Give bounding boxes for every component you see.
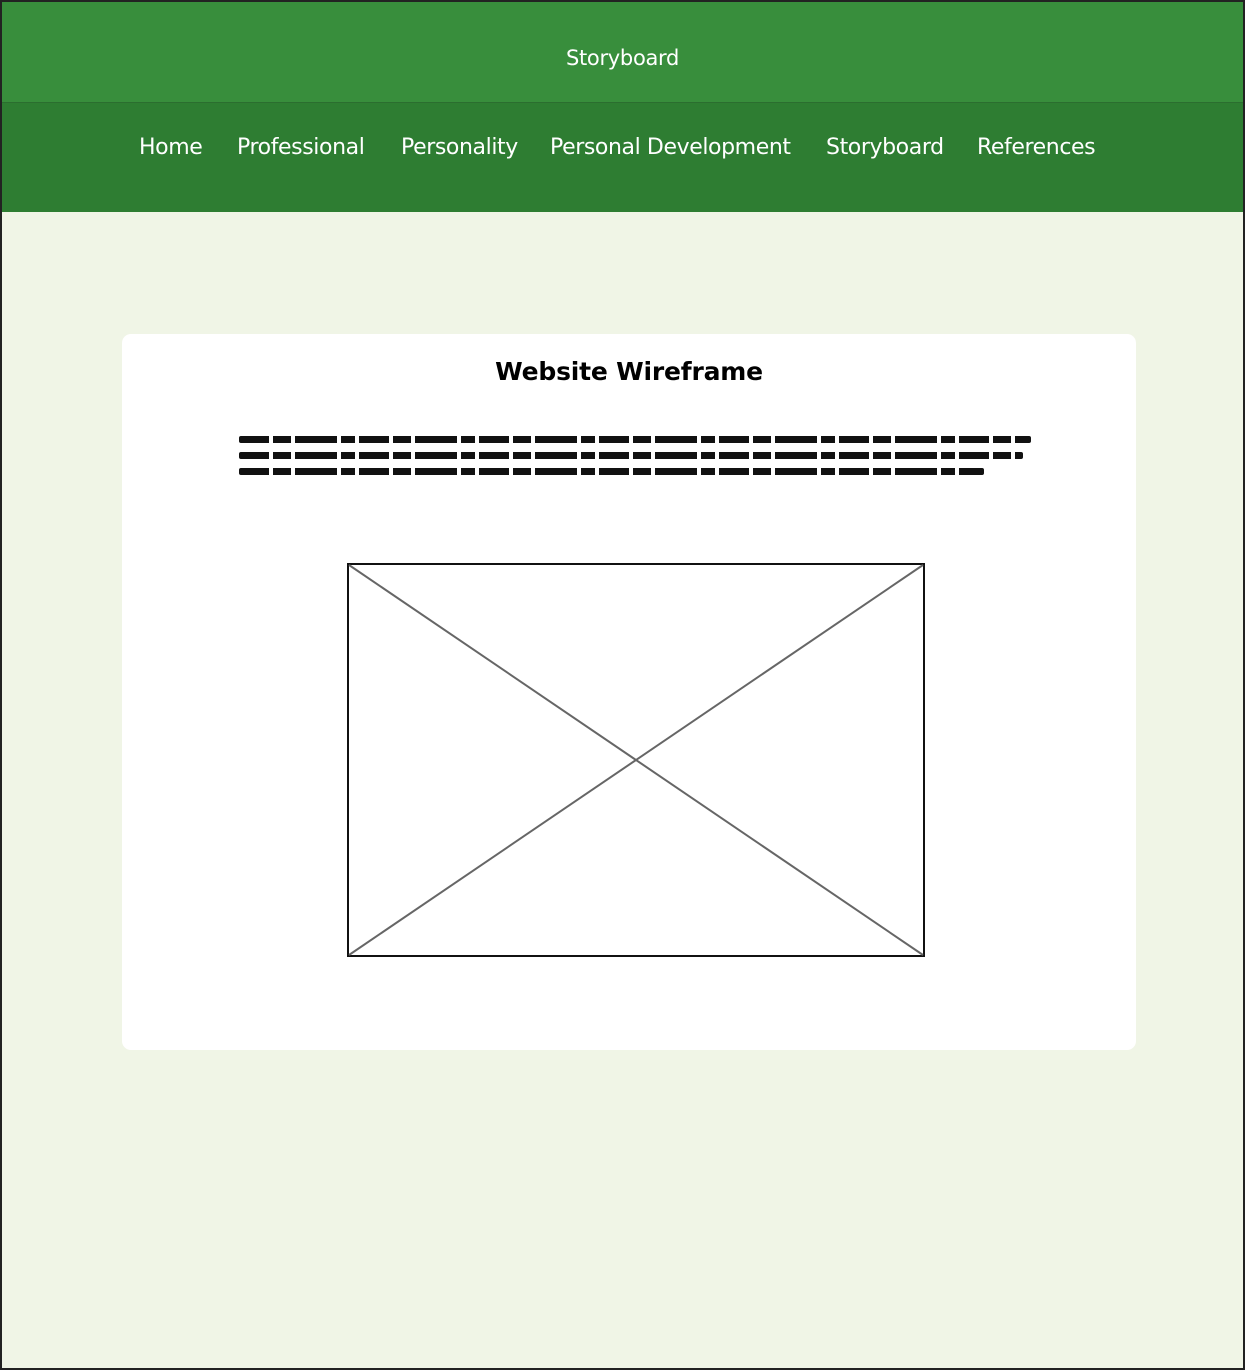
content-card: Website Wireframe [122,334,1136,1050]
nav-item-professional[interactable]: Professional [237,135,365,160]
nav-item-personality[interactable]: Personality [401,135,518,160]
page-title: Storyboard [565,46,680,70]
title-bar: Storyboard [2,2,1243,103]
nav-item-references[interactable]: References [977,135,1096,160]
placeholder-text-line [239,468,984,475]
image-placeholder-icon [347,563,925,957]
nav-item-home[interactable]: Home [139,135,203,160]
nav-bar: Home Professional Personality Personal D… [2,103,1243,212]
placeholder-text-line [239,452,1023,459]
nav-item-storyboard[interactable]: Storyboard [826,135,944,160]
card-title: Website Wireframe [495,357,763,386]
placeholder-text-line [239,436,1031,443]
page-frame: Storyboard Home Professional Personality… [0,0,1245,1370]
nav-item-personal-development[interactable]: Personal Development [550,135,791,160]
